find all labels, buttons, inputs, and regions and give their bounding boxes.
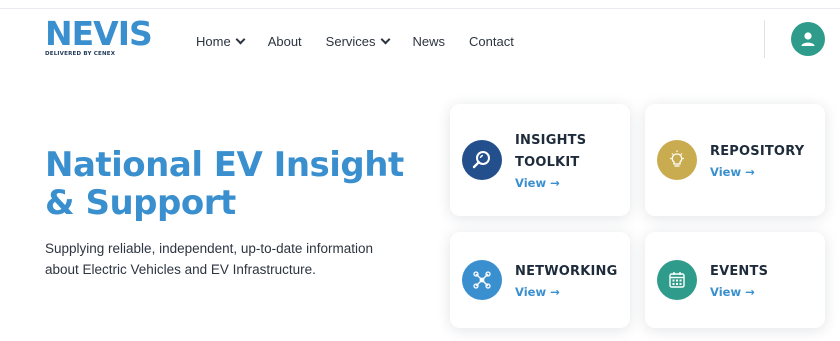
card-title: NETWORKING: [515, 261, 618, 283]
nav-item-label: Contact: [469, 33, 514, 49]
nav-item-news[interactable]: News: [413, 34, 446, 49]
card-title: REPOSITORY: [710, 141, 804, 163]
nav-item-about[interactable]: About: [268, 34, 302, 49]
card-title-line2: TOOLKIT: [515, 155, 580, 170]
nevis-logo[interactable]: NEVIS DELIVERED BY CENEX: [45, 14, 165, 58]
nav-item-label: About: [267, 33, 302, 49]
nav-item-services[interactable]: Services: [325, 33, 390, 49]
calendar-icon: [657, 260, 697, 300]
card-events[interactable]: EVENTS View →: [645, 232, 825, 328]
hero-title-line2: & Support: [45, 183, 236, 223]
nav-item-home[interactable]: Home: [196, 33, 246, 49]
network-icon: [462, 260, 502, 300]
card-title-line1: INSIGHTS: [515, 133, 587, 148]
nav-item-contact[interactable]: Contact: [469, 34, 514, 49]
card-title: EVENTS: [710, 261, 768, 283]
card-insights-toolkit[interactable]: INSIGHTS TOOLKIT View →: [450, 104, 630, 216]
nav-item-label: Services: [325, 33, 376, 49]
nav-item-label: Home: [196, 33, 231, 49]
magnifier-icon: [462, 140, 502, 180]
card-repository[interactable]: REPOSITORY View →: [645, 104, 825, 216]
card-title-line1: NETWORKING: [515, 264, 618, 279]
hero-title-line1: National EV Insight: [45, 145, 404, 185]
chevron-down-icon: [380, 34, 390, 44]
card-networking[interactable]: NETWORKING View →: [450, 232, 630, 328]
header-divider: [764, 20, 765, 58]
card-view-link[interactable]: View →: [515, 176, 586, 190]
logo-wordmark: NEVIS: [45, 14, 153, 53]
user-icon: [801, 32, 815, 46]
card-title-line1: EVENTS: [710, 264, 769, 279]
top-border-line: [0, 8, 840, 9]
nav-item-label: News: [412, 33, 446, 49]
lightbulb-icon: [657, 140, 697, 180]
card-view-link[interactable]: View →: [710, 285, 768, 299]
user-account-button[interactable]: [791, 22, 825, 56]
chevron-down-icon: [235, 34, 246, 44]
card-view-link[interactable]: View →: [515, 285, 618, 299]
main-nav: Home About Services News Contact: [196, 32, 538, 50]
card-title-line1: REPOSITORY: [710, 144, 805, 159]
hero-title: National EV Insight & Support: [45, 146, 445, 222]
hero-description-line2: about Electric Vehicles and EV Infrastru…: [45, 262, 316, 277]
hero-description: Supplying reliable, independent, up-to-d…: [45, 238, 445, 280]
card-view-link[interactable]: View →: [710, 165, 804, 179]
card-title: INSIGHTS TOOLKIT: [515, 130, 586, 174]
hero-description-line1: Supplying reliable, independent, up-to-d…: [45, 241, 373, 256]
